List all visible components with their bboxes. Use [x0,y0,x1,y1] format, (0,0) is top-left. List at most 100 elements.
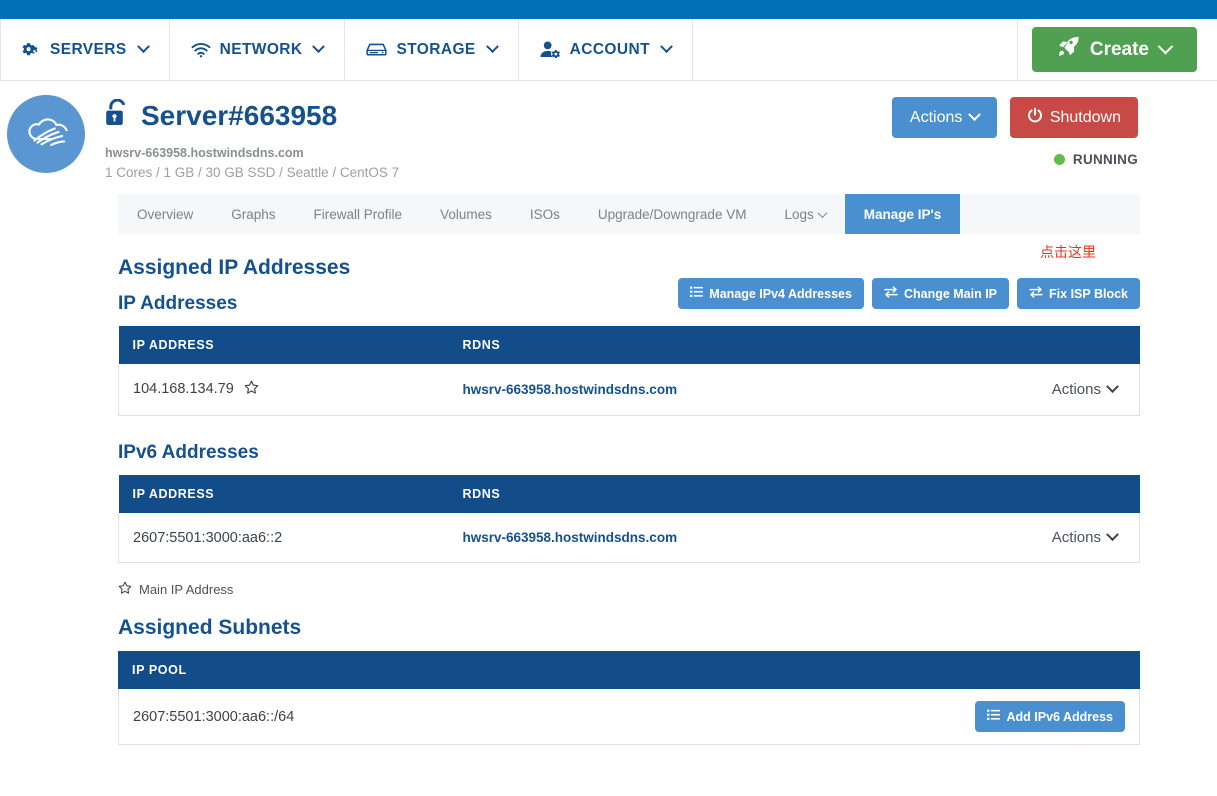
nav-item-account[interactable]: ACCOUNT [519,19,693,80]
add-ipv6-address-button[interactable]: Add IPv6 Address [975,701,1125,732]
table-header-row: IP POOL [118,651,1140,689]
column-header-ip-pool: IP POOL [118,651,1140,689]
tab-manage-ips[interactable]: Manage IP's [845,194,961,234]
gears-icon [22,41,41,58]
ipv6-address-cell: 2607:5501:3000:aa6::2 [119,513,449,563]
server-tabbar: Overview Graphs Firewall Profile Volumes… [118,194,1140,234]
tab-label: Manage IP's [864,207,942,222]
server-specs: 1 Cores / 1 GB / 30 GB SSD / Seattle / C… [105,165,1217,180]
ipv4-table: IP ADDRESS RDNS 104.168.134.79 hwsrv-663… [118,326,1140,416]
change-main-ip-button[interactable]: Change Main IP [872,278,1009,309]
ipv4-actions-cell: Actions [919,364,1140,416]
subnets-table: IP POOL [118,651,1140,689]
nav-item-network[interactable]: NETWORK [170,19,346,80]
server-actions-label: Actions [910,109,962,127]
exchange-icon [1029,286,1043,301]
nav-item-servers[interactable]: SERVERS [0,19,170,80]
column-header-rdns: RDNS [449,326,919,364]
tab-label: Volumes [440,207,492,222]
list-icon [690,286,703,301]
status-dot-icon [1054,154,1065,165]
table-header-row: IP ADDRESS RDNS [119,326,1140,364]
tab-label: Logs [784,207,813,222]
chevron-down-icon [313,40,326,53]
rdns-link[interactable]: hwsrv-663958.hostwindsdns.com [463,530,678,545]
chevron-down-icon [1158,39,1174,55]
fix-isp-block-button[interactable]: Fix ISP Block [1017,278,1140,309]
column-header-actions [919,326,1140,364]
column-header-actions [919,475,1140,513]
tab-logs[interactable]: Logs [765,194,844,234]
column-header-rdns: RDNS [449,475,919,513]
server-header: Server#663958 hwsrv-663958.hostwindsdns.… [0,81,1217,180]
row-actions-label: Actions [1052,529,1101,546]
rdns-link[interactable]: hwsrv-663958.hostwindsdns.com [463,382,678,397]
unlock-icon [105,99,130,132]
button-label: Add IPv6 Address [1006,710,1113,724]
create-button-wrap: Create [1018,19,1217,80]
button-label: Fix ISP Block [1049,287,1128,301]
shutdown-button[interactable]: Shutdown [1010,97,1138,138]
tab-isos[interactable]: ISOs [511,194,579,234]
status-badge: RUNNING [892,152,1138,167]
tab-upgrade-downgrade-vm[interactable]: Upgrade/Downgrade VM [579,194,766,234]
star-icon [118,581,132,598]
tab-volumes[interactable]: Volumes [421,194,511,234]
ip-action-buttons: Manage IPv4 Addresses Change Main IP Fix… [678,278,1140,309]
tab-label: ISOs [530,207,560,222]
assigned-subnets-title: Assigned Subnets [118,616,1140,640]
ipv6-rdns-cell: hwsrv-663958.hostwindsdns.com [449,513,919,563]
chevron-down-icon [1106,528,1119,541]
main-ip-legend: Main IP Address [118,581,1140,598]
ipv4-address-value: 104.168.134.79 [133,381,234,397]
wifi-icon [191,42,211,58]
rocket-icon [1058,36,1079,63]
column-header-ip-address: IP ADDRESS [119,326,449,364]
chevron-down-icon [817,208,827,218]
ipv4-rdns-cell: hwsrv-663958.hostwindsdns.com [449,364,919,416]
hostwinds-logo [7,95,85,173]
row-actions-dropdown[interactable]: Actions [1052,529,1117,546]
subnet-row: 2607:5501:3000:aa6::/64 Add IPv6 Address [118,689,1140,745]
chevron-down-icon [969,108,982,121]
main-content: Assigned IP Addresses Manage IPv4 Addres… [118,256,1140,745]
server-actions-button[interactable]: Actions [892,97,997,138]
list-icon [987,709,1000,724]
button-label: Manage IPv4 Addresses [709,287,852,301]
chevron-down-icon [660,40,673,53]
main-ip-star-icon[interactable] [244,383,259,399]
assigned-ip-addresses-title: Assigned IP Addresses [118,256,1140,280]
power-icon [1027,107,1043,128]
nav-label-storage: STORAGE [396,41,475,59]
navbar-spacer [693,19,1018,80]
nav-label-network: NETWORK [220,41,303,59]
button-label: Change Main IP [904,287,997,301]
ipv6-addresses-title: IPv6 Addresses [118,442,1140,464]
main-navbar: SERVERS NETWORK STORAGE [0,19,1217,81]
column-header-ip-address: IP ADDRESS [119,475,449,513]
tab-firewall-profile[interactable]: Firewall Profile [295,194,422,234]
status-text: RUNNING [1073,152,1138,167]
top-accent-bar [0,0,1217,19]
tab-graphs[interactable]: Graphs [212,194,294,234]
nav-label-servers: SERVERS [50,41,127,59]
table-header-row: IP ADDRESS RDNS [119,475,1140,513]
tab-overview[interactable]: Overview [118,194,212,234]
nav-item-storage[interactable]: STORAGE [345,19,518,80]
tab-label: Overview [137,207,193,222]
table-row: 104.168.134.79 hwsrv-663958.hostwindsdns… [119,364,1140,416]
create-button[interactable]: Create [1032,27,1197,72]
tab-label: Upgrade/Downgrade VM [598,207,747,222]
manage-ipv4-addresses-button[interactable]: Manage IPv4 Addresses [678,278,864,309]
hdd-icon [366,42,387,57]
tab-label: Graphs [231,207,275,222]
row-actions-dropdown[interactable]: Actions [1052,381,1117,398]
table-row: 2607:5501:3000:aa6::2 hwsrv-663958.hostw… [119,513,1140,563]
server-title-text: Server#663958 [141,102,337,130]
server-header-actions: Actions Shutdown RUNNING [892,97,1138,167]
shutdown-label: Shutdown [1050,109,1121,127]
create-button-label: Create [1090,39,1149,61]
chevron-down-icon [1106,380,1119,393]
chevron-down-icon [486,40,499,53]
nav-label-account: ACCOUNT [570,41,650,59]
